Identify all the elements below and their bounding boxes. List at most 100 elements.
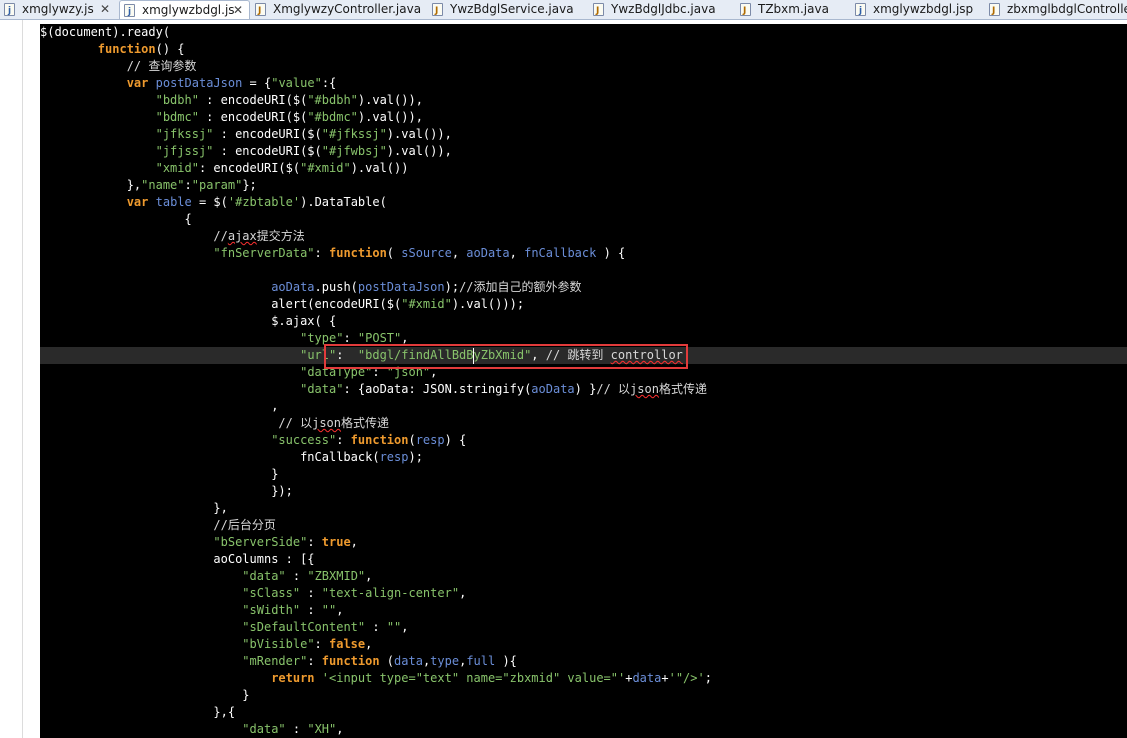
code-line[interactable]: }); (40, 483, 1127, 500)
code-editor[interactable]: $(document).ready( function() { // 查询参数 … (0, 20, 1127, 738)
java-file-icon (255, 2, 266, 19)
code-token: // 以 (596, 382, 631, 396)
code-token: function (329, 246, 387, 260)
code-token: } (40, 688, 250, 702)
close-tab-icon[interactable]: ✕ (233, 1, 243, 19)
code-line[interactable]: "jfkssj" : encodeURI($("#jfkssj").val())… (40, 126, 1127, 143)
code-line[interactable]: "jfjssj" : encodeURI($("#jfwbsj").val())… (40, 143, 1127, 160)
code-line[interactable]: }, (40, 500, 1127, 517)
code-line[interactable]: var postDataJson = {"value":{ (40, 75, 1127, 92)
code-token: , (350, 535, 358, 549)
code-token: "bdbh" (155, 93, 199, 107)
code-token: : (285, 722, 308, 736)
code-line[interactable]: "bServerSide": true, (40, 534, 1127, 551)
code-token: ( (386, 246, 402, 260)
code-token: + (661, 671, 669, 685)
code-line[interactable]: "xmid": encodeURI($("#xmid").val()) (40, 160, 1127, 177)
code-token: aoData (271, 280, 315, 294)
code-line[interactable]: { (40, 211, 1127, 228)
tab-tzbxm-java[interactable]: TZbxm.java (736, 0, 846, 19)
code-line[interactable]: return '<input type="text" name="zbxmid"… (40, 670, 1127, 687)
code-token: json (312, 416, 342, 430)
code-line[interactable]: $.ajax( { (40, 313, 1127, 330)
code-line[interactable]: // 查询参数 (40, 58, 1127, 75)
code-token: return (271, 671, 315, 685)
code-line[interactable]: "data" : "ZBXMID", (40, 568, 1127, 585)
tab-xmglywzbdgl-jsp[interactable]: xmglywzbdgl.jsp (851, 0, 981, 19)
tab-ywzbdglservice-java[interactable]: YwzBdglService.java (428, 0, 584, 19)
code-line[interactable]: , (40, 398, 1127, 415)
tab-xmglywzbdgl-js[interactable]: xmglywzbdgl.js✕ (119, 0, 250, 19)
tab-label: xmglywzbdgl.jsp (873, 2, 974, 16)
code-line[interactable]: } (40, 687, 1127, 704)
code-line[interactable]: var table = $('#zbtable').DataTable( (40, 194, 1127, 211)
code-line[interactable]: "bdbh" : encodeURI($("#bdbh").val()), (40, 92, 1127, 109)
code-line[interactable]: "data" : "XH", (40, 721, 1127, 738)
code-token: // 查询参数 (126, 59, 197, 73)
code-token: "#bdmc" (307, 110, 358, 124)
code-token: "#jfkssj" (321, 127, 387, 141)
code-token: "success" (271, 433, 337, 447)
code-line[interactable]: "sWidth" : "", (40, 602, 1127, 619)
tab-ywzbdgljdbc-java[interactable]: YwzBdglJdbc.java (589, 0, 734, 19)
code-line[interactable]: fnCallback(resp); (40, 449, 1127, 466)
code-token: // (213, 229, 228, 243)
code-line[interactable] (40, 262, 1127, 279)
code-token: : (300, 603, 322, 617)
code-token: : encodeURI($( (198, 110, 308, 124)
code-line[interactable]: function() { (40, 41, 1127, 58)
code-line[interactable]: "sClass" : "text-align-center", (40, 585, 1127, 602)
code-line[interactable]: // 以json格式传递 (40, 415, 1127, 432)
code-line[interactable]: "data": {aoData: JSON.stringify(aoData) … (40, 381, 1127, 398)
code-line[interactable]: //后台分页 (40, 517, 1127, 534)
code-line[interactable]: "sDefaultContent" : "", (40, 619, 1127, 636)
code-line[interactable]: },{ (40, 704, 1127, 721)
code-line[interactable]: //ajax提交方法 (40, 228, 1127, 245)
code-line[interactable]: aoColumns : [{ (40, 551, 1127, 568)
code-line[interactable]: "mRender": function (data,type,full ){ (40, 653, 1127, 670)
tab-xmglywzy-js[interactable]: xmglywzy.js ✕ (0, 0, 118, 19)
code-line[interactable]: alert(encodeURI($("#xmid").val())); (40, 296, 1127, 313)
code-line[interactable]: "bdmc" : encodeURI($("#bdmc").val()), (40, 109, 1127, 126)
code-token: , (459, 586, 467, 600)
close-tab-icon[interactable]: ✕ (100, 0, 110, 19)
code-token: var (126, 76, 149, 90)
code-token: , (40, 399, 279, 413)
code-area[interactable]: $(document).ready( function() { // 查询参数 … (40, 24, 1127, 738)
code-token: $(document).ready( (40, 25, 171, 39)
code-line[interactable]: } (40, 466, 1127, 483)
code-token: : (307, 535, 322, 549)
tab-label: xmglywzy.js (22, 2, 94, 16)
code-token: $.ajax( { (40, 314, 337, 328)
code-token: () { (155, 42, 185, 56)
code-line[interactable]: $(document).ready( (40, 24, 1127, 41)
code-line[interactable]: "fnServerData": function( sSource, aoDat… (40, 245, 1127, 262)
code-token: , (336, 722, 344, 736)
tab-label: YwzBdglService.java (450, 2, 574, 16)
tab-zbxmglbdglcontroller-java[interactable]: zbxmglbdglController.java (985, 0, 1127, 19)
code-line[interactable]: "bVisible": false, (40, 636, 1127, 653)
code-token: aoColumns : [{ (40, 552, 315, 566)
code-line[interactable]: aoData.push(postDataJson);//添加自己的额外参数 (40, 279, 1127, 296)
code-line[interactable]: "success": function(resp) { (40, 432, 1127, 449)
code-token: "bVisible" (242, 637, 315, 651)
code-token: sSource (401, 246, 452, 260)
code-token: "type" (300, 331, 344, 345)
code-token: ).val()), (386, 127, 452, 141)
code-line[interactable]: },"name":"param"}; (40, 177, 1127, 194)
code-token: "sDefaultContent" (242, 620, 366, 634)
tab-xmglywzycontroller-java[interactable]: XmglywzyController.java (251, 0, 427, 19)
code-token: alert(encodeURI($( (40, 297, 402, 311)
code-token: , (365, 569, 373, 583)
code-token: // 以 (278, 416, 313, 430)
